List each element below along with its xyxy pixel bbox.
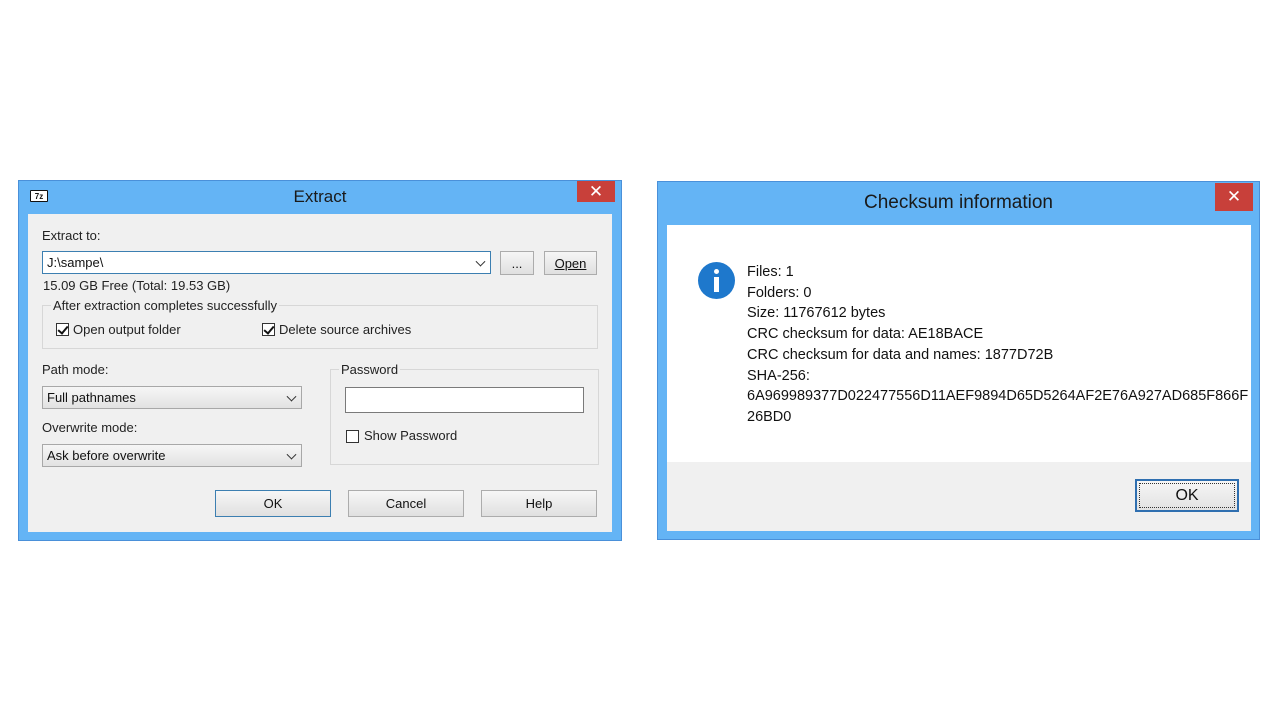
show-password-checkbox[interactable] — [346, 430, 359, 443]
delete-source-archives-checkbox[interactable] — [262, 323, 275, 336]
crc-data-names-line: CRC checksum for data and names: 1877D72… — [747, 346, 1054, 363]
close-icon: ✕ — [588, 181, 604, 201]
extract-path-value: J:\sampe\ — [47, 255, 104, 270]
sha256-value-line-2: 26BD0 — [747, 408, 792, 425]
7zip-app-icon: 7z — [30, 190, 48, 202]
password-group — [330, 369, 599, 465]
checksum-title-bar[interactable]: Checksum information ✕ — [658, 182, 1259, 224]
open-output-folder-checkbox[interactable] — [56, 323, 69, 336]
extract-to-label: Extract to: — [42, 228, 101, 243]
close-icon: ✕ — [1226, 187, 1242, 206]
delete-source-archives-label[interactable]: Delete source archives — [279, 322, 411, 337]
checksum-info-text: Files: 1 Folders: 0 Size: 11767612 bytes… — [747, 262, 1248, 428]
extract-close-button[interactable]: ✕ — [577, 181, 615, 202]
password-input[interactable] — [345, 387, 584, 413]
overwrite-mode-value: Ask before overwrite — [47, 448, 166, 463]
checksum-close-button[interactable]: ✕ — [1215, 183, 1253, 211]
checksum-dialog: Checksum information ✕ Files: 1 Folders:… — [657, 181, 1260, 540]
chevron-down-icon[interactable] — [475, 256, 486, 267]
password-group-label: Password — [339, 362, 401, 377]
cancel-button[interactable]: Cancel — [348, 490, 464, 517]
crc-data-line: CRC checksum for data: AE18BACE — [747, 326, 984, 343]
extract-client-area: Extract to: J:\sampe\ ... Open 15.09 GB … — [28, 214, 612, 532]
after-extraction-group-label: After extraction completes successfully — [51, 298, 279, 313]
extract-dialog: 7z Extract ✕ Extract to: J:\sampe\ ... O… — [18, 180, 622, 541]
sha256-value-line-1: 6A969989377D022477556D11AEF9894D65D5264A… — [747, 388, 1249, 405]
open-button[interactable]: Open — [544, 251, 597, 275]
size-line: Size: 11767612 bytes — [747, 305, 886, 322]
path-mode-value: Full pathnames — [47, 390, 136, 405]
browse-button[interactable]: ... — [500, 251, 534, 275]
open-button-label: Open — [554, 255, 587, 271]
checksum-client-area: Files: 1 Folders: 0 Size: 11767612 bytes… — [667, 225, 1251, 531]
help-button[interactable]: Help — [481, 490, 597, 517]
show-password-label[interactable]: Show Password — [364, 428, 457, 443]
folders-line: Folders: 0 — [747, 284, 812, 301]
path-mode-select[interactable]: Full pathnames — [42, 386, 302, 409]
extract-path-combobox[interactable]: J:\sampe\ — [42, 251, 491, 274]
path-mode-label: Path mode: — [42, 362, 109, 377]
open-output-folder-label[interactable]: Open output folder — [73, 322, 181, 337]
checksum-ok-button[interactable]: OK — [1135, 479, 1239, 512]
checksum-title: Checksum information — [863, 192, 1054, 213]
chevron-down-icon — [286, 391, 297, 402]
chevron-down-icon — [286, 449, 297, 460]
checksum-footer: OK — [667, 462, 1251, 531]
ok-button[interactable]: OK — [215, 490, 331, 517]
overwrite-mode-label: Overwrite mode: — [42, 420, 138, 435]
sha256-label-line: SHA-256: — [747, 367, 810, 384]
info-icon — [698, 262, 735, 299]
overwrite-mode-select[interactable]: Ask before overwrite — [42, 444, 302, 467]
files-line: Files: 1 — [747, 264, 794, 280]
extract-title: Extract — [293, 187, 347, 206]
free-space-text: 15.09 GB Free (Total: 19.53 GB) — [43, 278, 231, 293]
extract-title-bar[interactable]: 7z Extract ✕ — [19, 181, 621, 213]
